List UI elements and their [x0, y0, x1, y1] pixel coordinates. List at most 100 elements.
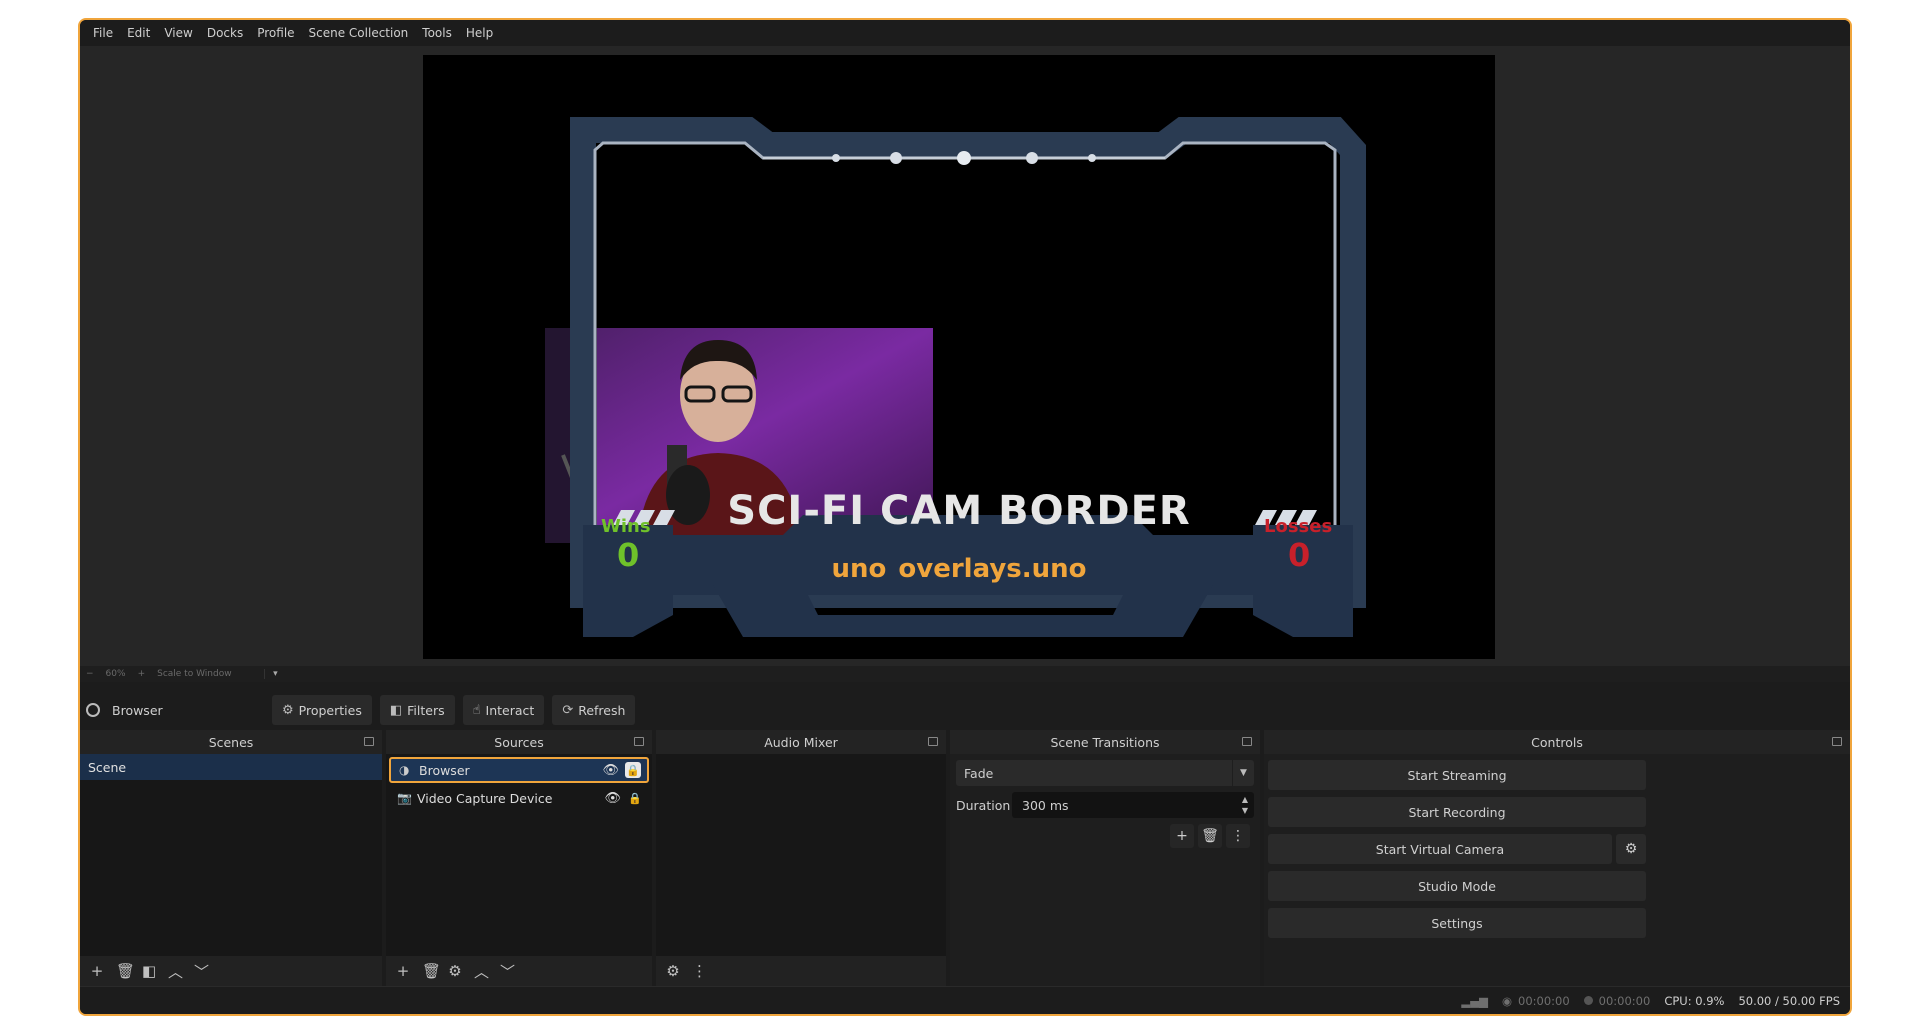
zoom-out-button[interactable]: − — [86, 669, 94, 679]
selected-source-label: Browser — [86, 703, 272, 718]
filter-icon[interactable]: ◧ — [142, 962, 156, 980]
chevron-up-icon[interactable]: ︿ — [474, 961, 489, 982]
virtual-camera-row: Start Virtual Camera ⚙ — [1268, 834, 1646, 864]
wins-label: Wins — [601, 516, 651, 537]
undock-icon[interactable] — [928, 737, 938, 746]
hand-pointer-icon: ☝ — [472, 702, 481, 718]
transition-select[interactable]: Fade ▼ — [956, 760, 1254, 786]
zoom-bar: − 60% + Scale to Window ▾ — [80, 666, 1850, 682]
controls-body: Start Streaming Start Recording Start Vi… — [1264, 754, 1650, 986]
docks-area: Scenes Scene + 🗑 ◧ ︿ ﹀ Sources ◑ Browser… — [80, 730, 1850, 986]
eye-icon[interactable]: 👁 — [602, 763, 619, 778]
scale-mode-dropdown[interactable]: Scale to Window — [157, 669, 266, 679]
camera-icon: 📷 — [397, 791, 412, 805]
start-recording-button[interactable]: Start Recording — [1268, 797, 1646, 827]
zoom-level: 60% — [105, 669, 126, 679]
filter-icon: ◧ — [389, 702, 403, 718]
audio-mixer-dock: Audio Mixer ⚙ ⋮ — [656, 730, 946, 986]
add-icon[interactable]: + — [396, 962, 410, 980]
preview-canvas[interactable]: SCI-FI CAM BORDER Wins 0 Losses 0 uno ov… — [423, 55, 1495, 659]
duration-label: Duration — [956, 797, 1011, 813]
record-time: 00:00:00 — [1583, 994, 1650, 1008]
cpu-usage: CPU: 0.9% — [1664, 993, 1725, 1008]
browser-icon — [86, 703, 100, 717]
menu-scene-collection[interactable]: Scene Collection — [302, 20, 416, 46]
filters-button[interactable]: ◧ Filters — [379, 695, 455, 725]
menu-docks[interactable]: Docks — [200, 20, 250, 46]
menu-file[interactable]: File — [86, 20, 120, 46]
duration-input[interactable]: 300 ms ▲ ▼ — [1012, 792, 1254, 818]
zoom-in-button[interactable]: + — [138, 669, 146, 679]
advanced-audio-icon[interactable]: ⚙ — [666, 962, 680, 980]
audio-mixer-body — [656, 754, 946, 956]
add-icon[interactable]: + — [90, 962, 104, 980]
controls-dock: Controls Start Streaming Start Recording… — [1264, 730, 1850, 986]
interact-button[interactable]: ☝ Interact — [462, 695, 545, 725]
preview-area[interactable]: SCI-FI CAM BORDER Wins 0 Losses 0 uno ov… — [80, 46, 1850, 666]
undock-icon[interactable] — [1832, 737, 1842, 746]
obs-window: File Edit View Docks Profile Scene Colle… — [78, 18, 1852, 1016]
gear-icon[interactable]: ⚙ — [448, 962, 462, 980]
duration-row: Duration 300 ms ▲ ▼ — [956, 792, 1254, 818]
source-item-video-capture[interactable]: 📷 Video Capture Device 👁 🔒 — [389, 785, 649, 811]
sources-toolbar: + 🗑 ⚙ ︿ ﹀ — [386, 956, 652, 986]
overlay-title: SCI-FI CAM BORDER — [727, 488, 1191, 534]
audio-mixer-dock-title: Audio Mixer — [656, 730, 946, 754]
refresh-button[interactable]: ⟳ Refresh — [552, 695, 636, 725]
menu-bar: File Edit View Docks Profile Scene Colle… — [80, 20, 1850, 46]
stream-icon: ◉ — [1501, 993, 1512, 1008]
chevron-down-icon[interactable]: ▾ — [273, 669, 278, 679]
controls-dock-title: Controls — [1264, 730, 1850, 754]
start-virtual-camera-button[interactable]: Start Virtual Camera — [1268, 834, 1612, 864]
chevron-down-icon[interactable]: ﹀ — [194, 961, 209, 982]
sources-dock: Sources ◑ Browser 👁 🔒 📷 Video Capture De… — [386, 730, 652, 986]
scene-transitions-body: Fade ▼ Duration 300 ms ▲ ▼ + 🗑 ⋮ — [950, 754, 1260, 986]
menu-tools[interactable]: Tools — [415, 20, 459, 46]
more-vertical-icon[interactable]: ⋮ — [692, 962, 707, 980]
source-item-browser[interactable]: ◑ Browser 👁 🔒 — [389, 757, 649, 783]
add-icon[interactable]: + — [1170, 824, 1194, 848]
signal-icon: ▂▄▆ — [1461, 993, 1488, 1008]
record-icon — [1583, 996, 1593, 1005]
chevron-up-icon[interactable]: ︿ — [168, 961, 183, 982]
scene-item[interactable]: Scene — [80, 754, 382, 780]
menu-profile[interactable]: Profile — [250, 20, 301, 46]
scene-transitions-dock: Scene Transitions Fade ▼ Duration 300 ms… — [950, 730, 1260, 986]
lock-icon[interactable]: 🔒 — [625, 762, 641, 778]
source-toolbar: Browser ⚙ Properties ◧ Filters ☝ Interac… — [80, 690, 1850, 730]
gear-icon: ⚙ — [282, 702, 294, 718]
properties-button[interactable]: ⚙ Properties — [272, 695, 372, 725]
status-bar: ▂▄▆ ◉ 00:00:00 00:00:00 CPU: 0.9% 50.00 … — [80, 986, 1850, 1014]
gear-icon[interactable]: ⚙ — [1616, 834, 1646, 864]
stream-time: ◉ 00:00:00 — [1501, 993, 1570, 1008]
lock-icon[interactable]: 🔒 — [627, 790, 643, 806]
scene-transitions-dock-title: Scene Transitions — [950, 730, 1260, 754]
sources-dock-title: Sources — [386, 730, 652, 754]
menu-help[interactable]: Help — [459, 20, 500, 46]
brand-text: overlays.uno — [898, 554, 1087, 584]
brand-logo: uno — [831, 554, 887, 584]
refresh-icon: ⟳ — [562, 702, 574, 718]
more-vertical-icon[interactable]: ⋮ — [1226, 824, 1250, 848]
eye-icon[interactable]: 👁 — [604, 791, 621, 806]
undock-icon[interactable] — [1242, 737, 1252, 746]
trash-icon[interactable]: 🗑 — [116, 962, 135, 980]
scenes-list: Scene — [80, 754, 382, 956]
start-streaming-button[interactable]: Start Streaming — [1268, 760, 1646, 790]
transition-tools: + 🗑 ⋮ — [956, 824, 1254, 848]
scenes-toolbar: + 🗑 ◧ ︿ ﹀ — [80, 956, 382, 986]
browser-icon: ◑ — [399, 763, 410, 777]
sources-list: ◑ Browser 👁 🔒 📷 Video Capture Device 👁 🔒 — [386, 754, 652, 956]
undock-icon[interactable] — [634, 737, 644, 746]
undock-icon[interactable] — [364, 737, 374, 746]
studio-mode-button[interactable]: Studio Mode — [1268, 871, 1646, 901]
menu-edit[interactable]: Edit — [120, 20, 157, 46]
menu-view[interactable]: View — [157, 20, 199, 46]
trash-icon[interactable]: 🗑 — [422, 962, 441, 980]
trash-icon[interactable]: 🗑 — [1198, 824, 1222, 848]
chevron-down-icon: ▼ — [1232, 760, 1254, 786]
duration-spinner-icon[interactable]: ▲ ▼ — [1242, 794, 1248, 816]
scenes-dock: Scenes Scene + 🗑 ◧ ︿ ﹀ — [80, 730, 382, 986]
chevron-down-icon[interactable]: ﹀ — [500, 961, 515, 982]
settings-button[interactable]: Settings — [1268, 908, 1646, 938]
